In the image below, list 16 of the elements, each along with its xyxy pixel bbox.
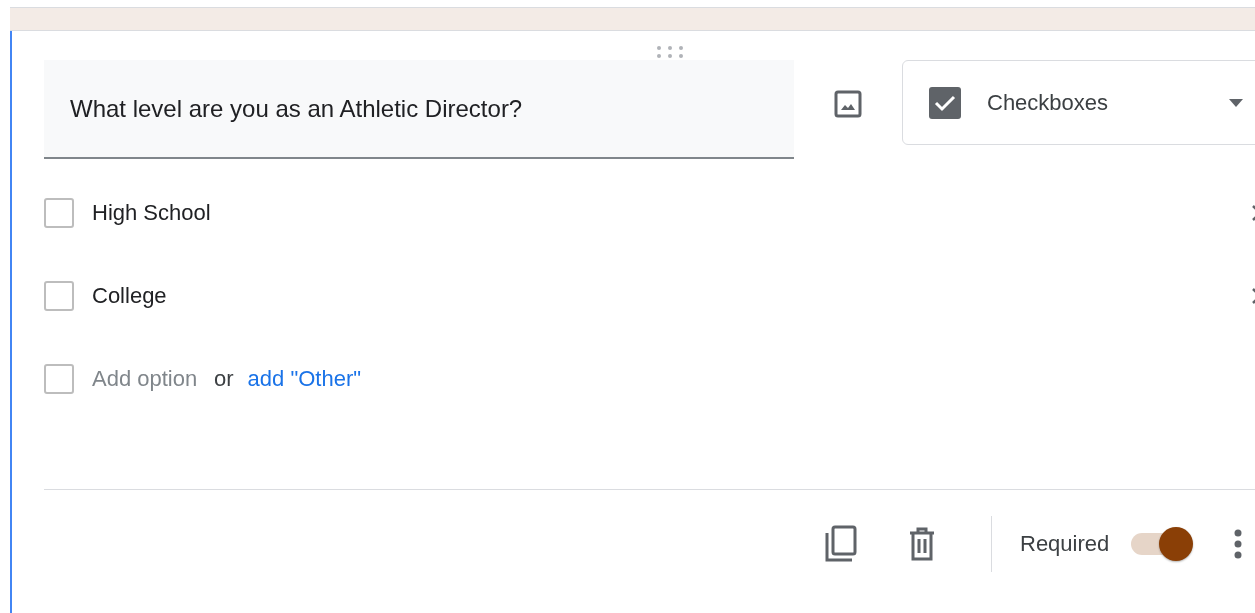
option-label[interactable]: College xyxy=(92,282,1251,309)
caret-icon xyxy=(1229,98,1243,107)
trash-icon[interactable] xyxy=(908,527,936,561)
question-field[interactable]: What level are you as an Athletic Director? xyxy=(44,60,794,159)
option-label[interactable]: High School xyxy=(92,199,1251,226)
option-checkbox[interactable] xyxy=(44,197,74,228)
checkbox-icon xyxy=(929,86,961,119)
more-icon[interactable] xyxy=(1233,529,1244,559)
question-type-dropdown[interactable]: Checkboxes xyxy=(902,60,1255,145)
drag-handle-icon[interactable] xyxy=(656,45,684,59)
add-other-link[interactable]: add "Other" xyxy=(247,365,362,392)
option-checkbox[interactable] xyxy=(44,363,74,394)
required-label: Required xyxy=(1020,531,1110,557)
copy-icon[interactable] xyxy=(824,525,858,563)
option-checkbox[interactable] xyxy=(44,280,74,311)
or-text: or xyxy=(214,365,234,392)
